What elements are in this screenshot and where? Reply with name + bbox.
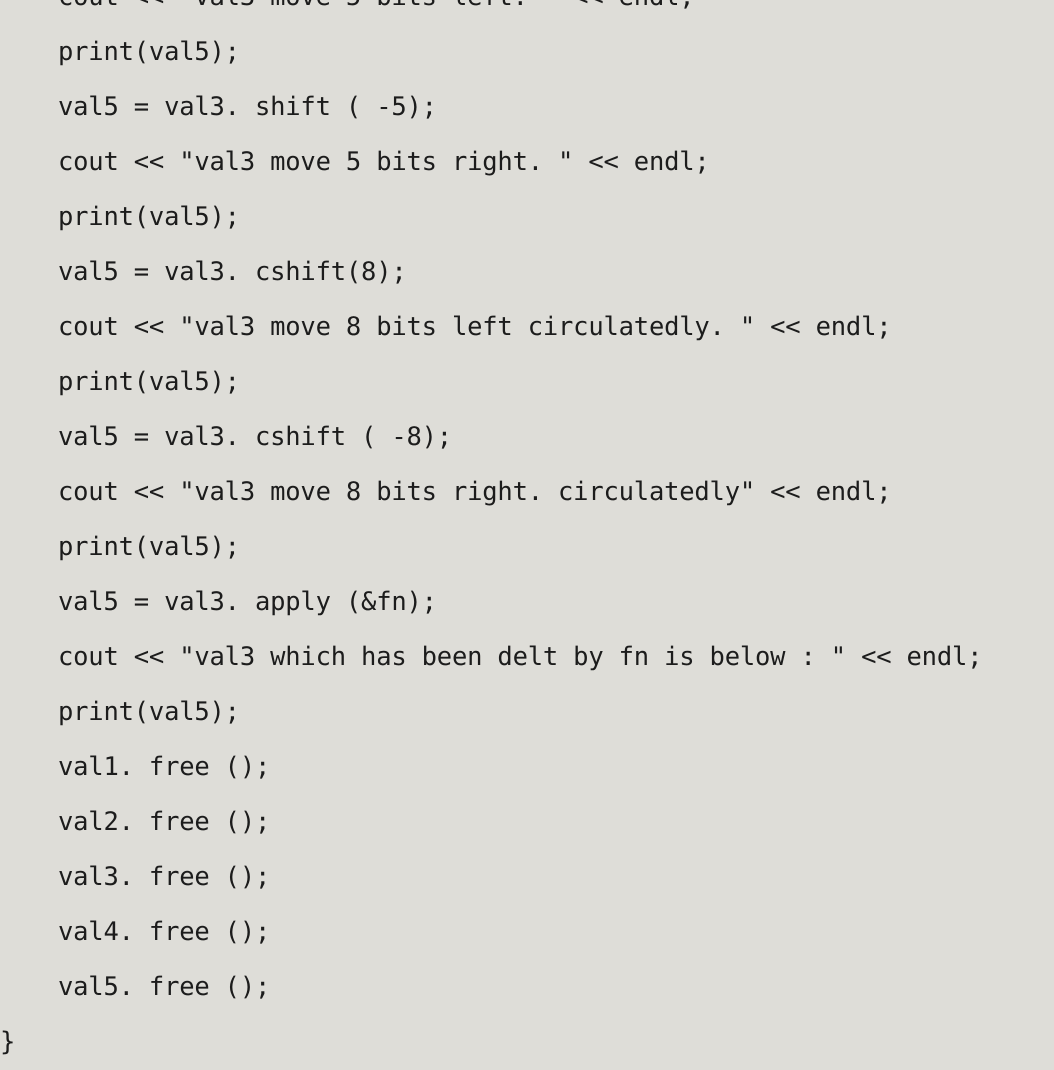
code-line: cout << "val3 which has been delt by fn … (58, 642, 983, 672)
code-line: print(val5); (58, 202, 240, 232)
code-line: cout << "val3 move 5 bits left. " << end… (58, 0, 1054, 25)
code-line: val1. free (); (58, 752, 271, 782)
closing-brace: } (0, 1027, 16, 1057)
code-line: val2. free (); (58, 807, 271, 837)
code-line: cout << "val3 move 8 bits right. circula… (58, 477, 892, 507)
code-line: val3. free (); (58, 862, 271, 892)
code-block: cout << "val3 move 5 bits left. " << end… (58, 0, 1054, 1015)
code-line: val5 = val3. cshift ( -8); (58, 422, 452, 452)
code-line: print(val5); (58, 532, 240, 562)
code-line: print(val5); (58, 367, 240, 397)
code-line: val5 = val3. apply (&fn); (58, 587, 437, 617)
code-line: val5 = val3. cshift(8); (58, 257, 407, 287)
code-line: print(val5); (58, 697, 240, 727)
code-line: cout << "val3 move 8 bits left circulate… (58, 312, 892, 342)
code-listing-page: cout << "val3 move 5 bits left. " << end… (0, 0, 1054, 1070)
code-line: val4. free (); (58, 917, 271, 947)
code-line: cout << "val3 move 5 bits right. " << en… (58, 147, 710, 177)
code-line: val5. free (); (58, 972, 271, 1002)
code-line: print(val5); (58, 37, 240, 67)
code-line: val5 = val3. shift ( -5); (58, 92, 437, 122)
